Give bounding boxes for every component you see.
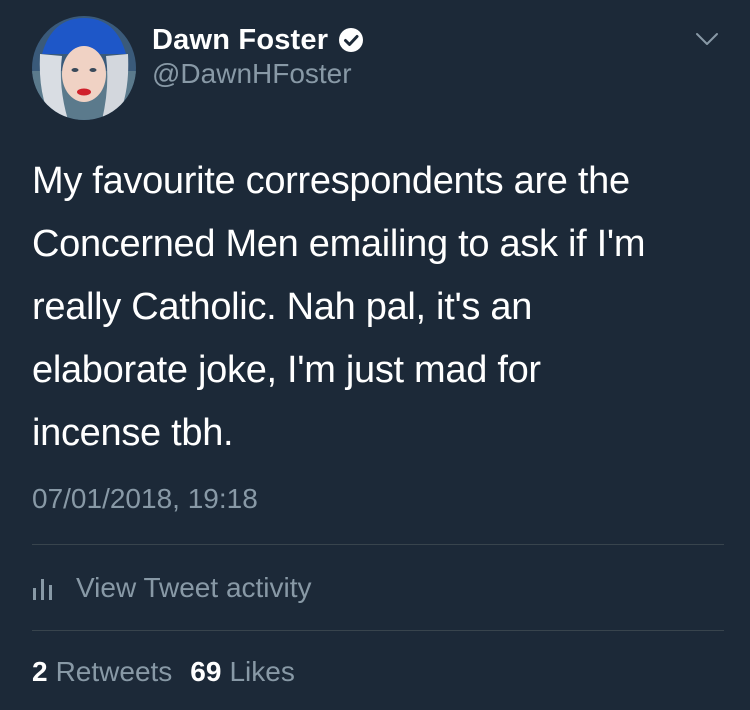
divider [32, 630, 724, 631]
tweet-timestamp[interactable]: 07/01/2018, 19:18 [32, 483, 258, 515]
avatar[interactable] [32, 16, 136, 120]
author-display-name[interactable]: Dawn Foster [152, 24, 328, 57]
avatar-image [32, 16, 136, 120]
verified-badge-icon [339, 28, 364, 52]
likes-stat[interactable]: 69 Likes [190, 656, 295, 688]
view-tweet-activity-button[interactable]: View Tweet activity [32, 566, 312, 610]
tweet-stats: 2 Retweets 69 Likes [32, 656, 295, 688]
likes-label: Likes [229, 656, 295, 687]
tweet-card: Dawn Foster @DawnHFoster My favourite co… [0, 0, 750, 710]
tweet-text: My favourite correspondents are the Conc… [32, 160, 646, 454]
retweets-label: Retweets [55, 656, 173, 687]
chevron-down-icon[interactable] [690, 24, 724, 54]
bar-chart-icon [33, 579, 52, 600]
retweets-stat[interactable]: 2 Retweets [32, 656, 172, 688]
retweets-count: 2 [32, 656, 48, 687]
author-handle[interactable]: @DawnHFoster [152, 58, 352, 90]
likes-count: 69 [190, 656, 222, 687]
author-name-row: Dawn Foster [152, 20, 364, 60]
view-tweet-activity-label: View Tweet activity [76, 572, 312, 603]
divider [32, 544, 724, 545]
